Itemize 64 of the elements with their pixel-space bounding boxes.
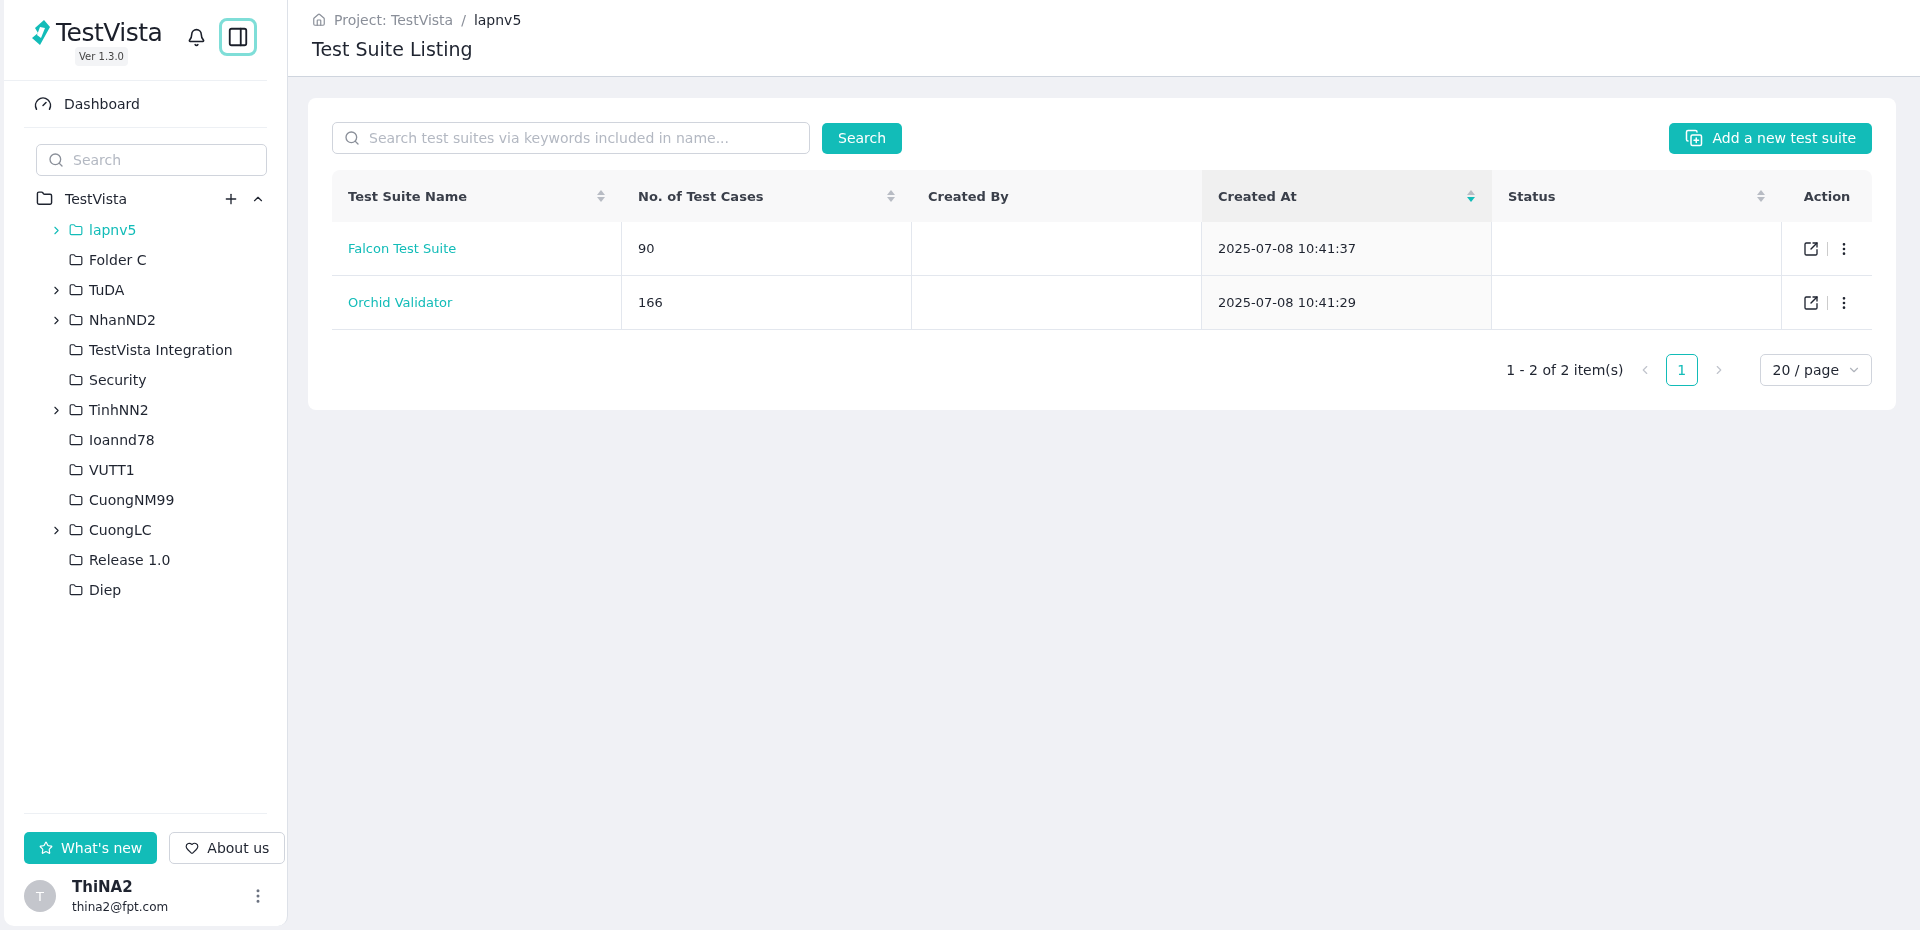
folder-icon [69, 373, 83, 387]
version-label: Ver 1.3.0 [75, 47, 128, 66]
tree-item[interactable]: Security [4, 365, 287, 395]
tree-item[interactable]: TinhNN2 [4, 395, 287, 425]
tree-item[interactable]: TuDA [4, 275, 287, 305]
table-cell: 2025-07-08 10:41:37 [1202, 222, 1492, 276]
folder-icon [69, 433, 83, 447]
tree-item[interactable]: Folder C [4, 245, 287, 275]
open-external-icon[interactable] [1802, 240, 1819, 257]
search-icon [344, 130, 360, 146]
panel-toggle-button[interactable] [219, 18, 257, 56]
folder-icon [69, 583, 83, 597]
column-header[interactable]: Test Suite Name [332, 170, 622, 222]
user-name: ThiNA2 [72, 878, 134, 896]
gauge-icon [34, 95, 52, 113]
about-us-button[interactable]: About us [169, 832, 286, 864]
user-email: thina2@fpt.com [72, 900, 170, 914]
panel-icon [227, 26, 249, 48]
folder-icon [69, 493, 83, 507]
tree-item[interactable]: Ioannd78 [4, 425, 287, 455]
folder-icon [36, 190, 53, 207]
table-cell: 166 [622, 276, 912, 330]
star-icon [39, 841, 53, 855]
brand-name: TestVista [56, 18, 163, 47]
tree-item[interactable]: NhanND2 [4, 305, 287, 335]
folder-icon [69, 313, 83, 327]
suite-search-field[interactable]: Search test suites via keywords included in name... [332, 122, 810, 154]
heart-icon [185, 841, 200, 855]
search-icon [48, 152, 64, 168]
page-title: Test Suite Listing [312, 38, 474, 60]
tree-item[interactable]: TestVista Integration [4, 335, 287, 365]
folder-icon [69, 283, 83, 297]
dashboard-nav-item[interactable]: Dashboard [24, 81, 267, 128]
add-copy-icon [1684, 129, 1703, 147]
column-header: Action [1782, 170, 1872, 222]
folder-icon [69, 403, 83, 417]
tree-item[interactable]: VUTT1 [4, 455, 287, 485]
column-header[interactable]: Created At [1202, 170, 1492, 222]
tree-item[interactable]: Release 1.0 [4, 545, 287, 575]
bell-icon [186, 27, 206, 47]
column-header[interactable]: Status [1492, 170, 1782, 222]
open-external-icon[interactable] [1802, 294, 1819, 311]
tree-item[interactable]: CuongNM99 [4, 485, 287, 515]
folder-icon [69, 223, 83, 237]
table-cell: 2025-07-08 10:41:29 [1202, 276, 1492, 330]
logo-icon [30, 18, 52, 47]
page-size-select[interactable]: 20 / page [1759, 354, 1872, 386]
column-header: Created By [912, 170, 1202, 222]
sidebar-search-field[interactable]: Search [36, 144, 267, 176]
breadcrumb-separator: / [461, 12, 466, 28]
tree-item[interactable]: CuongLC [4, 515, 287, 545]
folder-icon [69, 253, 83, 267]
folder-icon [69, 343, 83, 357]
pagination-summary: 1 - 2 of 2 item(s) [1506, 362, 1624, 378]
column-header[interactable]: No. of Test Cases [622, 170, 912, 222]
tree-root-label[interactable]: TestVista [65, 190, 211, 207]
user-avatar: T [24, 880, 56, 912]
home-icon [312, 13, 326, 27]
tree-item[interactable]: Diep [4, 575, 287, 605]
table-cell: 90 [622, 222, 912, 276]
folder-icon [69, 523, 83, 537]
folder-icon [69, 553, 83, 567]
breadcrumb-item: lapnv5 [473, 12, 522, 28]
folder-icon [69, 463, 83, 477]
